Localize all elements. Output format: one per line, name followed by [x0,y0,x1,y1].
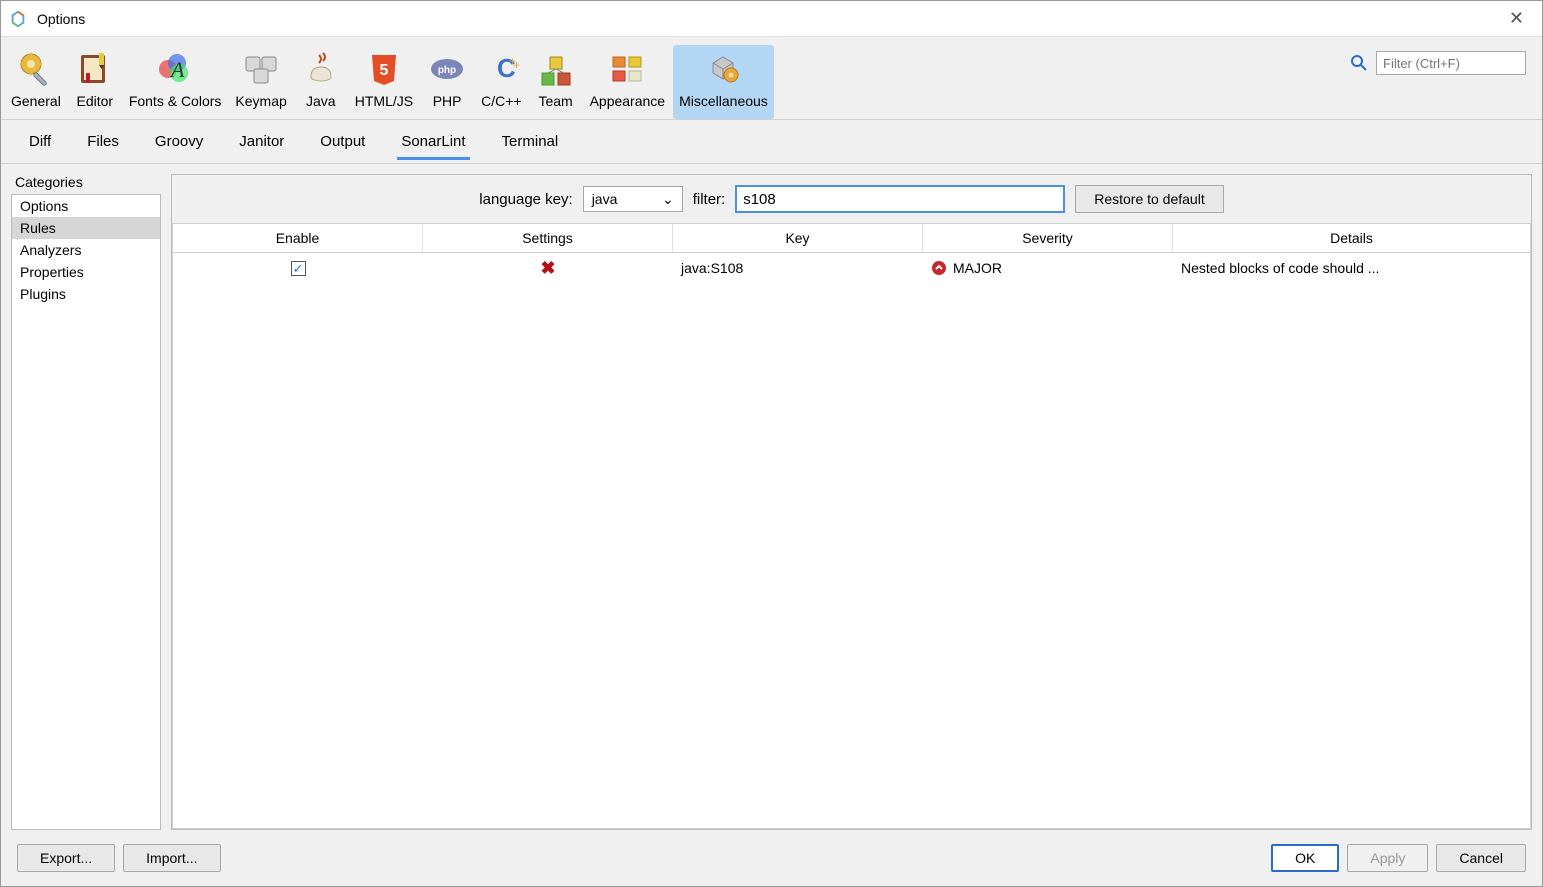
cell-enable[interactable]: ✓ [173,257,423,280]
main-panel: language key: java ⌄ filter: Restore to … [171,174,1532,830]
toolbar-c-cpp[interactable]: C++ C/C++ [475,45,527,119]
toolbar-general[interactable]: General [5,45,67,119]
miscellaneous-icon [703,49,743,89]
search-icon [1350,54,1368,72]
toolbar-keymap[interactable]: Keymap [229,45,292,119]
subtab-files[interactable]: Files [83,123,123,160]
subtab-groovy[interactable]: Groovy [151,123,207,160]
x-icon: ✖ [540,258,555,279]
editor-icon [75,49,115,89]
java-icon [301,49,341,89]
table-row[interactable]: ✓ ✖ java:S108 MAJOR Nested blocks of cod… [173,253,1530,283]
apply-button[interactable]: Apply [1347,844,1428,872]
toolbar-html-js[interactable]: 5 HTML/JS [349,45,419,119]
categories-panel: Categories Options Rules Analyzers Prope… [11,174,161,830]
chevron-down-icon: ⌄ [662,191,674,208]
import-button[interactable]: Import... [123,844,220,872]
toolbar-team[interactable]: Team [530,45,582,119]
svg-text:5: 5 [379,62,388,79]
category-properties[interactable]: Properties [12,261,160,283]
cell-details: Nested blocks of code should ... [1173,256,1530,280]
close-icon[interactable]: ✕ [1499,4,1534,33]
table-header: Enable Settings Key Severity Details [173,224,1530,253]
export-button[interactable]: Export... [17,844,115,872]
content: Categories Options Rules Analyzers Prope… [1,164,1542,830]
fonts-colors-icon: A [155,49,195,89]
ok-button[interactable]: OK [1271,844,1339,872]
subtab-output[interactable]: Output [316,123,369,160]
html5-icon: 5 [364,49,404,89]
toolbar-php[interactable]: php PHP [421,45,473,119]
keymap-icon [241,49,281,89]
toolbar-search [1338,45,1538,81]
filter-label: filter: [693,191,726,208]
rules-table: Enable Settings Key Severity Details ✓ ✖… [172,223,1531,829]
svg-text:A: A [169,57,185,82]
titlebar: Options ✕ [1,1,1542,37]
appearance-icon [607,49,647,89]
category-analyzers[interactable]: Analyzers [12,239,160,261]
enable-checkbox[interactable]: ✓ [291,261,306,276]
subtab-sonarlint[interactable]: SonarLint [397,123,469,160]
filter-row: language key: java ⌄ filter: Restore to … [172,175,1531,223]
filter-search-input[interactable] [1376,51,1526,75]
subtab-diff[interactable]: Diff [25,123,55,160]
window-title: Options [37,11,1499,27]
svg-text:php: php [438,65,456,76]
toolbar-miscellaneous[interactable]: Miscellaneous [673,45,774,119]
gear-wrench-icon [16,49,56,89]
subtabs: Diff Files Groovy Janitor Output SonarLi… [1,120,1542,164]
th-enable[interactable]: Enable [173,224,423,252]
severity-major-icon [931,260,947,276]
subtab-janitor[interactable]: Janitor [235,123,288,160]
php-icon: php [427,49,467,89]
toolbar-java[interactable]: Java [295,45,347,119]
toolbar-fonts-colors[interactable]: A Fonts & Colors [123,45,228,119]
restore-default-button[interactable]: Restore to default [1075,185,1224,213]
cell-settings[interactable]: ✖ [423,254,673,283]
categories-list: Options Rules Analyzers Properties Plugi… [11,194,161,830]
toolbar: General Editor A Fonts & Colors Keymap J… [1,37,1542,120]
toolbar-editor[interactable]: Editor [69,45,121,119]
svg-text:+: + [513,58,520,72]
category-options[interactable]: Options [12,195,160,217]
c-cpp-icon: C++ [481,49,521,89]
cell-key: java:S108 [673,256,923,280]
cancel-button[interactable]: Cancel [1436,844,1526,872]
th-severity[interactable]: Severity [923,224,1173,252]
category-rules[interactable]: Rules [12,217,160,239]
language-select-value: java [592,191,618,207]
th-details[interactable]: Details [1173,224,1530,252]
th-settings[interactable]: Settings [423,224,673,252]
app-icon [9,10,27,28]
th-key[interactable]: Key [673,224,923,252]
filter-input[interactable] [735,185,1065,213]
team-icon [536,49,576,89]
subtab-terminal[interactable]: Terminal [498,123,563,160]
cell-severity: MAJOR [923,256,1173,280]
language-key-label: language key: [479,191,572,208]
toolbar-appearance[interactable]: Appearance [584,45,672,119]
categories-label: Categories [11,174,161,194]
table-body: ✓ ✖ java:S108 MAJOR Nested blocks of cod… [173,253,1530,828]
category-plugins[interactable]: Plugins [12,283,160,305]
footer: Export... Import... OK Apply Cancel [1,830,1542,886]
language-select[interactable]: java ⌄ [583,186,683,212]
